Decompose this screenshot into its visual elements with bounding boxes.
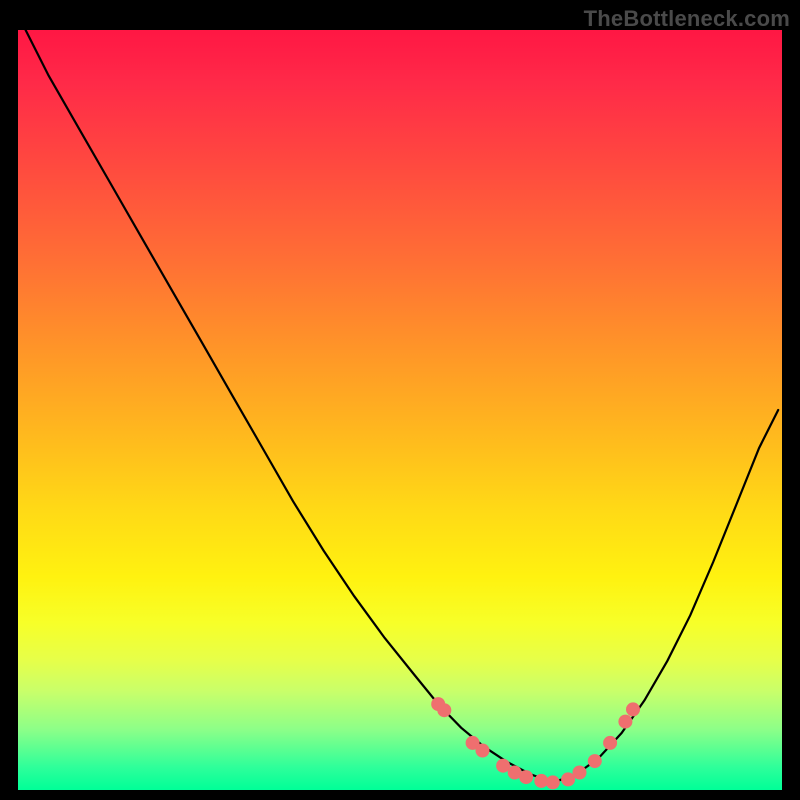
data-point bbox=[573, 766, 587, 780]
data-point bbox=[618, 715, 632, 729]
data-point bbox=[588, 754, 602, 768]
watermark-label: TheBottleneck.com bbox=[584, 6, 790, 32]
data-point bbox=[546, 775, 560, 789]
plot-area bbox=[18, 30, 782, 790]
curve-layer bbox=[18, 30, 782, 790]
data-point bbox=[603, 736, 617, 750]
data-point bbox=[626, 702, 640, 716]
left-curve bbox=[26, 30, 553, 782]
right-curve bbox=[553, 410, 778, 782]
data-point bbox=[476, 744, 490, 758]
chart-frame: TheBottleneck.com bbox=[0, 0, 800, 800]
data-point bbox=[437, 703, 451, 717]
data-point bbox=[519, 770, 533, 784]
